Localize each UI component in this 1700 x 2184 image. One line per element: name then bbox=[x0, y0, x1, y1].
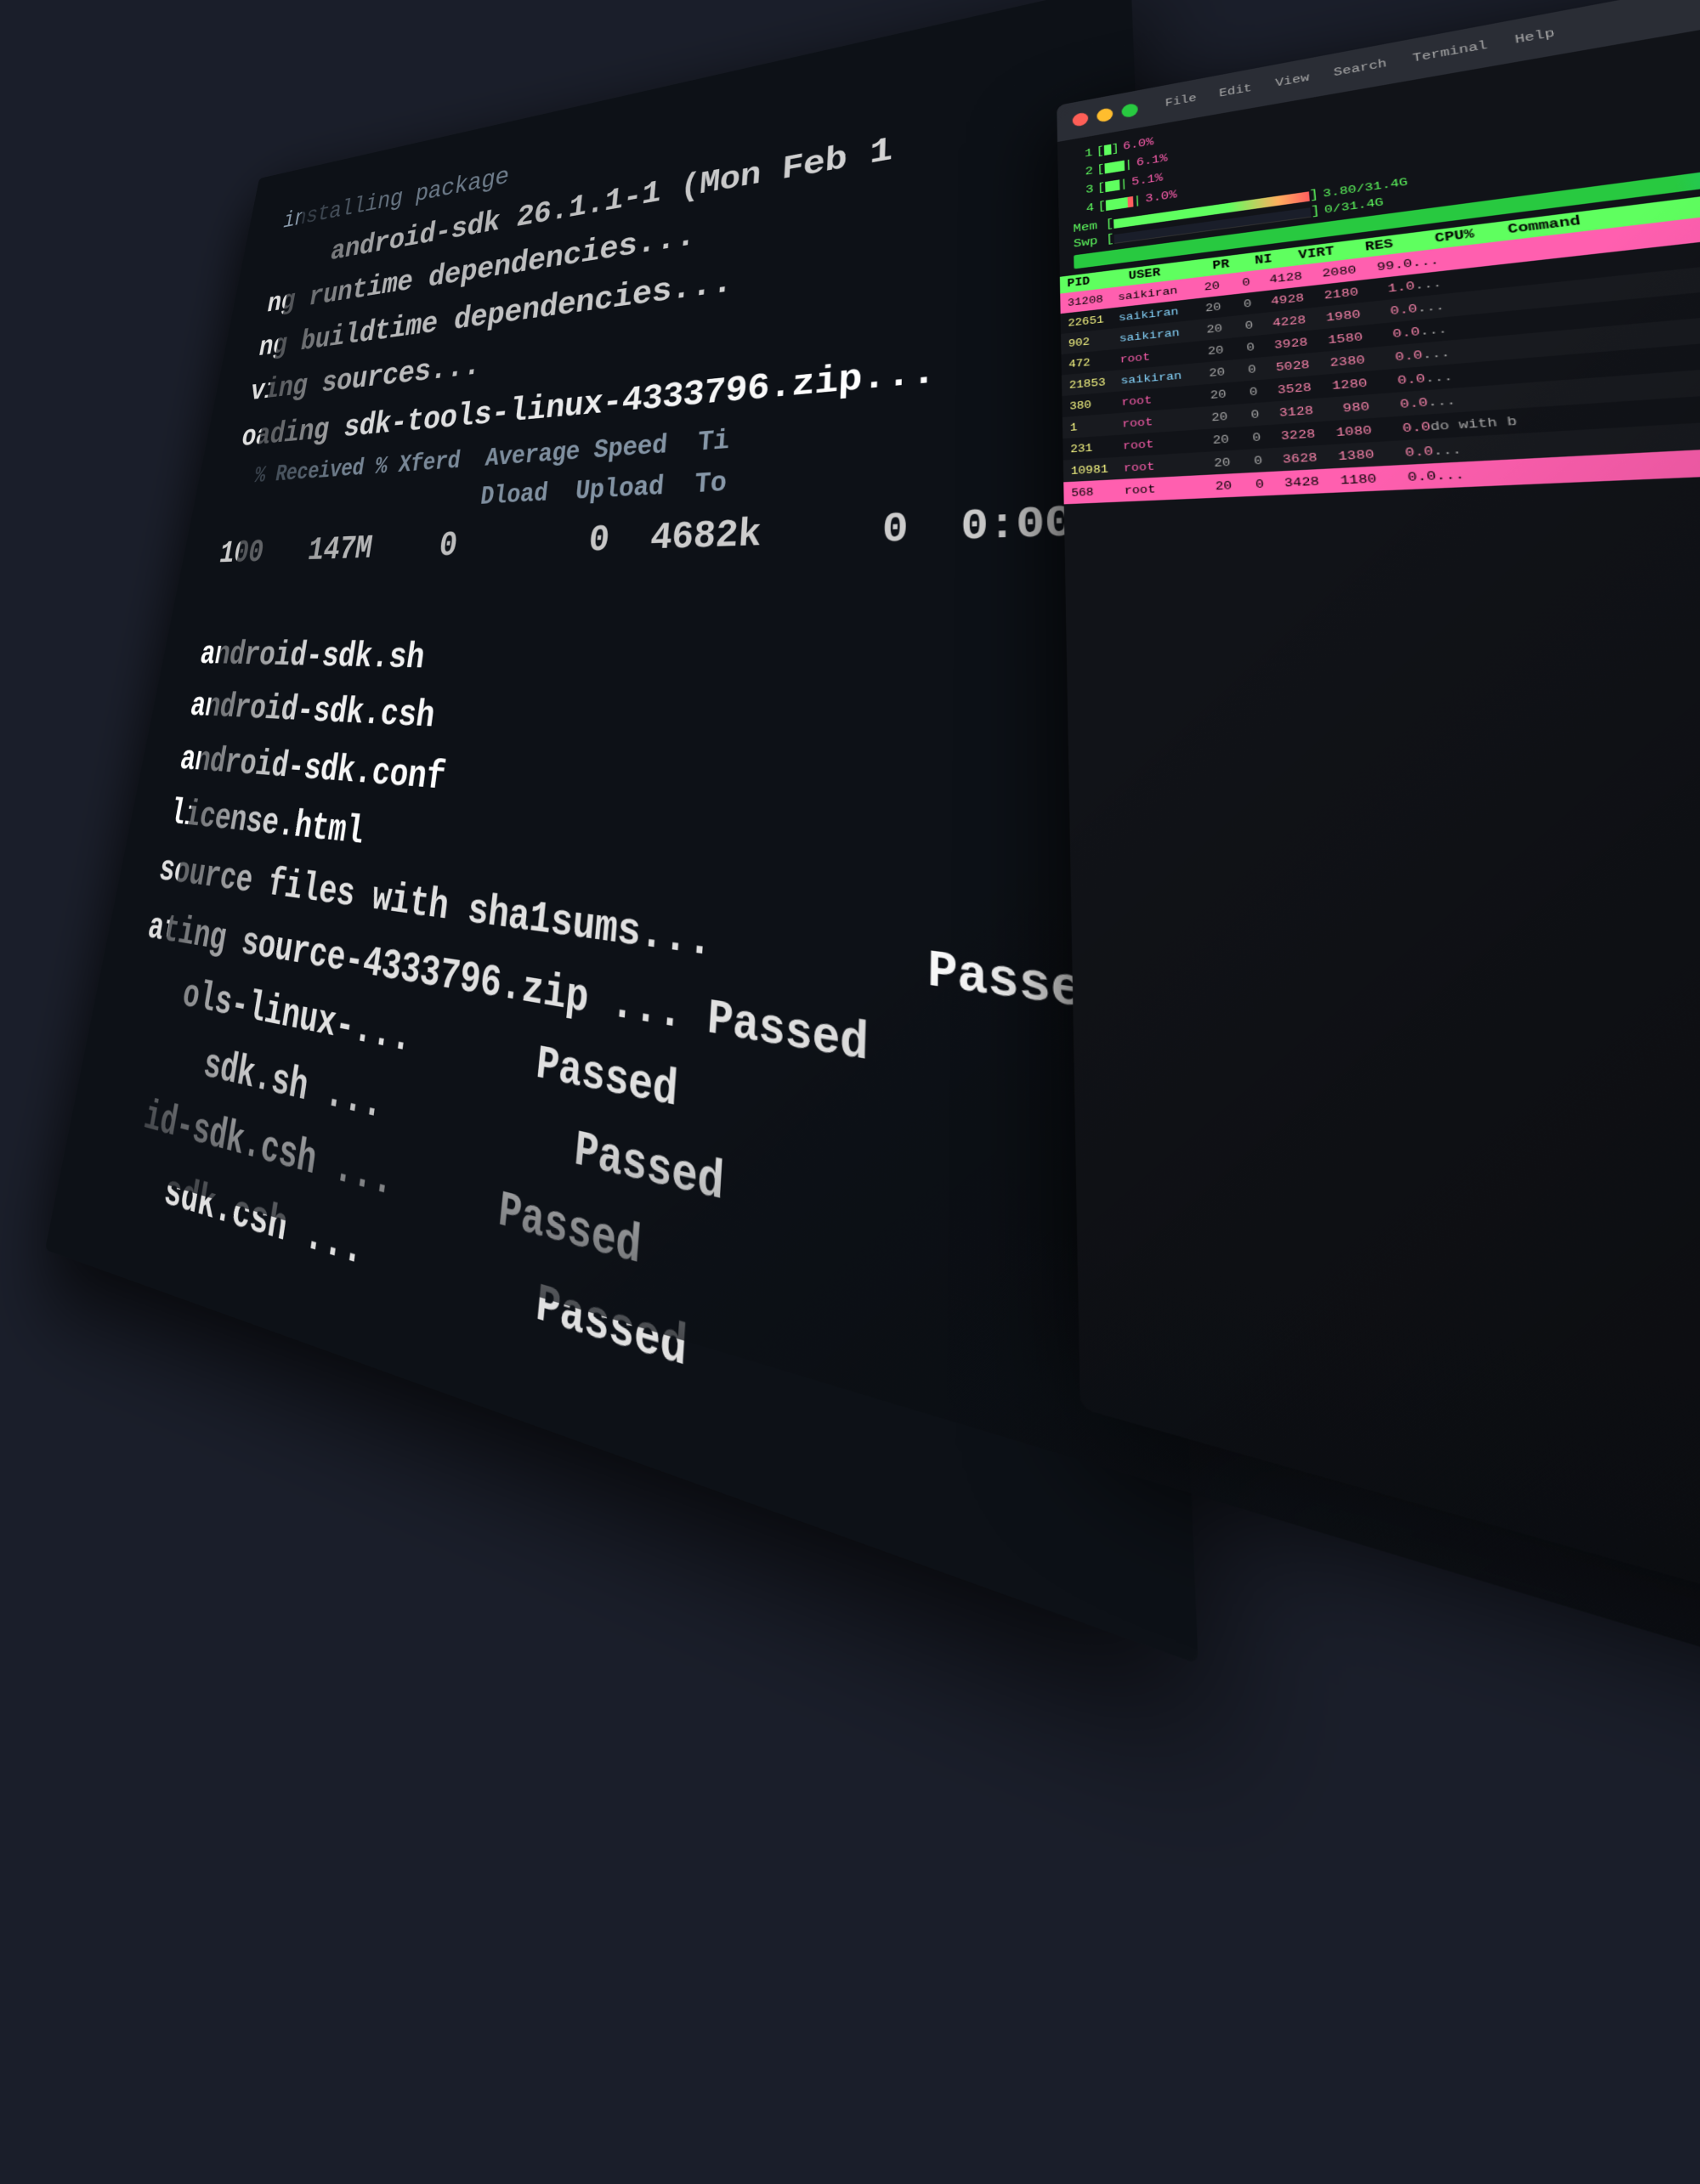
main-terminal: installing package android-sdk 26.1.1-1 … bbox=[45, 0, 1198, 1664]
terminal-menu[interactable]: Terminal bbox=[1412, 39, 1488, 65]
minimize-button[interactable] bbox=[1096, 107, 1113, 122]
pr-header: PR bbox=[1212, 257, 1243, 274]
window-buttons bbox=[1073, 103, 1138, 127]
terminal-output: installing package android-sdk 26.1.1-1 … bbox=[95, 36, 1094, 1529]
scene: installing package android-sdk 26.1.1-1 … bbox=[123, 0, 1700, 1859]
file-menu[interactable]: File bbox=[1165, 93, 1198, 110]
view-menu[interactable]: View bbox=[1275, 72, 1310, 90]
close-button[interactable] bbox=[1073, 111, 1089, 127]
edit-menu[interactable]: Edit bbox=[1219, 82, 1252, 100]
search-menu[interactable]: Search bbox=[1334, 58, 1388, 80]
maximize-button[interactable] bbox=[1121, 103, 1138, 119]
ni-header: NI bbox=[1255, 251, 1287, 268]
help-menu[interactable]: Help bbox=[1514, 27, 1556, 47]
